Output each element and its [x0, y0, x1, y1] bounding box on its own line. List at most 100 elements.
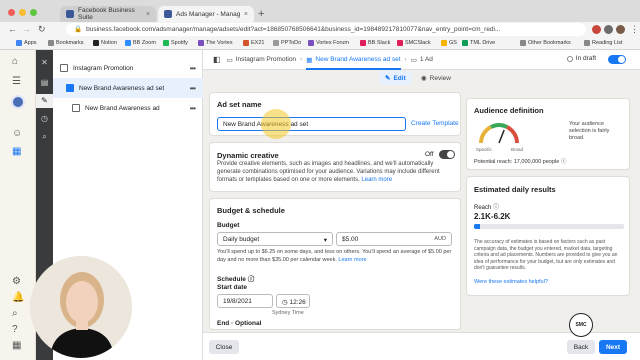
edit-mode-button[interactable]: ✎ Edit	[379, 71, 412, 85]
close-button[interactable]: Close	[209, 340, 239, 354]
back-button[interactable]: Back	[567, 340, 595, 354]
more-options-icon[interactable]: •••	[190, 84, 196, 93]
url-field[interactable]: 🔒 business.facebook.com/adsmanager/manage…	[66, 23, 586, 36]
bookmark-label: Vortex Forum	[316, 40, 350, 46]
bookmark-other[interactable]: Other Bookmarks	[520, 40, 571, 46]
bookmark-gs[interactable]: GS	[441, 40, 457, 46]
search-icon[interactable]: ⌕	[12, 308, 18, 319]
more-menu-icon[interactable]: ⋮	[630, 24, 639, 35]
bookmark-bookmarks[interactable]: Bookmarks	[48, 40, 84, 46]
bookmark-smcslack[interactable]: SMCSlack	[397, 40, 431, 46]
more-options-icon[interactable]: •••	[190, 104, 196, 113]
start-time-input[interactable]: ◷ 12:26	[276, 294, 310, 308]
learn-more-link[interactable]: Learn more	[338, 257, 366, 263]
estimates-feedback-link[interactable]: Were these estimates helpful?	[474, 279, 548, 285]
bookmark-bb-slack[interactable]: BB Slack	[360, 40, 390, 46]
history-clock-icon[interactable]: ◷	[36, 112, 53, 126]
schedule-label: Schedule ⓘ	[217, 273, 254, 283]
ex21-icon	[243, 40, 249, 46]
learn-more-link[interactable]: Learn more	[361, 177, 392, 183]
tree-node-campaign[interactable]: Instagram Promotion •••	[53, 58, 203, 78]
adset-active-toggle[interactable]	[608, 55, 626, 64]
browser-tab-active[interactable]: Ads Manager - Manage ads - ×	[158, 6, 254, 22]
breadcrumb-adset[interactable]: ▦ New Brand Awareness ad set	[306, 50, 401, 70]
adset-name-input[interactable]: New Brand Awareness ad set	[217, 117, 406, 131]
breadcrumb-ads[interactable]: ▭ 1 Ad	[411, 56, 433, 64]
breadcrumb-separator-icon: ›	[404, 56, 407, 63]
budget-type-select[interactable]: Daily budget ▾	[217, 232, 333, 246]
bookmark-the-vortex[interactable]: The Vortex	[198, 40, 233, 46]
home-icon[interactable]: ⌂	[12, 56, 18, 67]
bookmark-spotify[interactable]: Spotify	[163, 40, 188, 46]
next-button[interactable]: Next	[599, 340, 627, 354]
tree-node-ad[interactable]: New Brand Awareness ad •••	[53, 98, 203, 118]
currency-label: AUD	[434, 236, 446, 242]
help-icon[interactable]: ?	[12, 324, 18, 335]
estimates-disclaimer: The accuracy of estimates is based on fa…	[474, 239, 618, 271]
campaign-tree-icon[interactable]: ▤	[36, 76, 53, 90]
bookmark-bb-zoom[interactable]: BB Zoom	[125, 40, 156, 46]
close-window-button[interactable]	[8, 9, 15, 16]
minimize-window-button[interactable]	[19, 9, 26, 16]
budget-type-value: Daily budget	[223, 236, 260, 243]
back-arrow-icon[interactable]: ←	[8, 24, 17, 34]
info-icon[interactable]: ⓘ	[493, 205, 499, 211]
budget-amount-input[interactable]: $5.00 AUD	[336, 232, 452, 246]
review-mode-button[interactable]: ◉ Review	[415, 71, 457, 85]
grid-icon[interactable]: ▦	[12, 340, 21, 351]
close-editor-icon[interactable]: ✕	[36, 56, 53, 70]
dynamic-creative-toggle[interactable]	[439, 150, 455, 159]
notifications-icon[interactable]: 🔔	[12, 292, 24, 303]
address-bar-row: ← → ↻ 🔒 business.facebook.com/adsmanager/…	[0, 22, 640, 38]
extension-icon[interactable]	[604, 25, 613, 34]
browser-tab[interactable]: Facebook Business Suite ×	[60, 6, 156, 22]
breadcrumb-label: 1 Ad	[419, 56, 433, 63]
new-tab-icon[interactable]: +	[258, 8, 264, 20]
edit-pencil-icon[interactable]: ✎	[36, 94, 53, 108]
maximize-window-button[interactable]	[30, 9, 37, 16]
dropdown-caret-icon: ▾	[323, 237, 327, 244]
breadcrumb-label: New Brand Awareness ad set	[315, 56, 401, 63]
bookmark-vortex-forum[interactable]: Vortex Forum	[308, 40, 349, 46]
budget-label: Budget	[217, 222, 240, 229]
adset-name: New Brand Awareness ad set	[79, 84, 165, 92]
emoji-icon[interactable]: ☺	[12, 128, 22, 139]
info-icon[interactable]: ⓘ	[561, 159, 567, 165]
more-options-icon[interactable]: •••	[190, 64, 196, 73]
adset-grid-icon: ▦	[306, 56, 313, 64]
close-tab-icon[interactable]: ×	[146, 11, 150, 18]
bookmark-notion[interactable]: Notion	[93, 40, 117, 46]
panel-toggle-icon[interactable]: ◧	[213, 55, 221, 64]
close-tab-icon[interactable]: ×	[244, 11, 248, 18]
breadcrumb-campaign[interactable]: ▭ Instagram Promotion	[227, 56, 297, 64]
draft-status: In draft	[566, 55, 596, 62]
account-avatar[interactable]	[11, 95, 25, 109]
bookmark-label: Notion	[101, 40, 117, 46]
extension-icon[interactable]	[592, 25, 601, 34]
settings-icon[interactable]: ⚙	[12, 276, 21, 287]
bookmark-apps[interactable]: Apps	[16, 40, 37, 46]
reload-icon[interactable]: ↻	[38, 24, 46, 35]
gauge-broad-label: Broad	[511, 147, 524, 152]
reading-list[interactable]: Reading List	[584, 40, 623, 46]
menu-icon[interactable]: ☰	[12, 76, 21, 87]
star-icon	[48, 40, 54, 46]
editor-breadcrumb-bar: ◧ ▭ Instagram Promotion › ▦ New Brand Awar…	[203, 50, 640, 70]
tree-node-adset[interactable]: New Brand Awareness ad set •••	[53, 78, 203, 98]
profile-avatar-icon[interactable]	[616, 25, 625, 34]
start-date-input[interactable]: 19/8/2021	[217, 294, 273, 308]
facebook-favicon-icon	[66, 10, 74, 18]
search-icon[interactable]: ⌕	[36, 130, 53, 144]
info-icon[interactable]: ⓘ	[248, 276, 255, 283]
edit-mode-label: Edit	[393, 74, 406, 82]
bookmark-ex21[interactable]: EX21	[243, 40, 264, 46]
ad-icon: ▭	[410, 56, 417, 64]
review-mode-label: Review	[429, 74, 451, 82]
forward-arrow-icon[interactable]: →	[22, 24, 31, 34]
bookmark-tml-drive[interactable]: TML Drive	[462, 40, 495, 46]
create-template-link[interactable]: Create Template	[411, 120, 459, 127]
table-icon[interactable]: ▦	[12, 146, 21, 157]
bookmark-pptodo[interactable]: PPToDo	[273, 40, 301, 46]
dynamic-creative-description: Provide creative elements, such as image…	[217, 160, 453, 184]
bookmark-label: GS	[449, 40, 457, 46]
